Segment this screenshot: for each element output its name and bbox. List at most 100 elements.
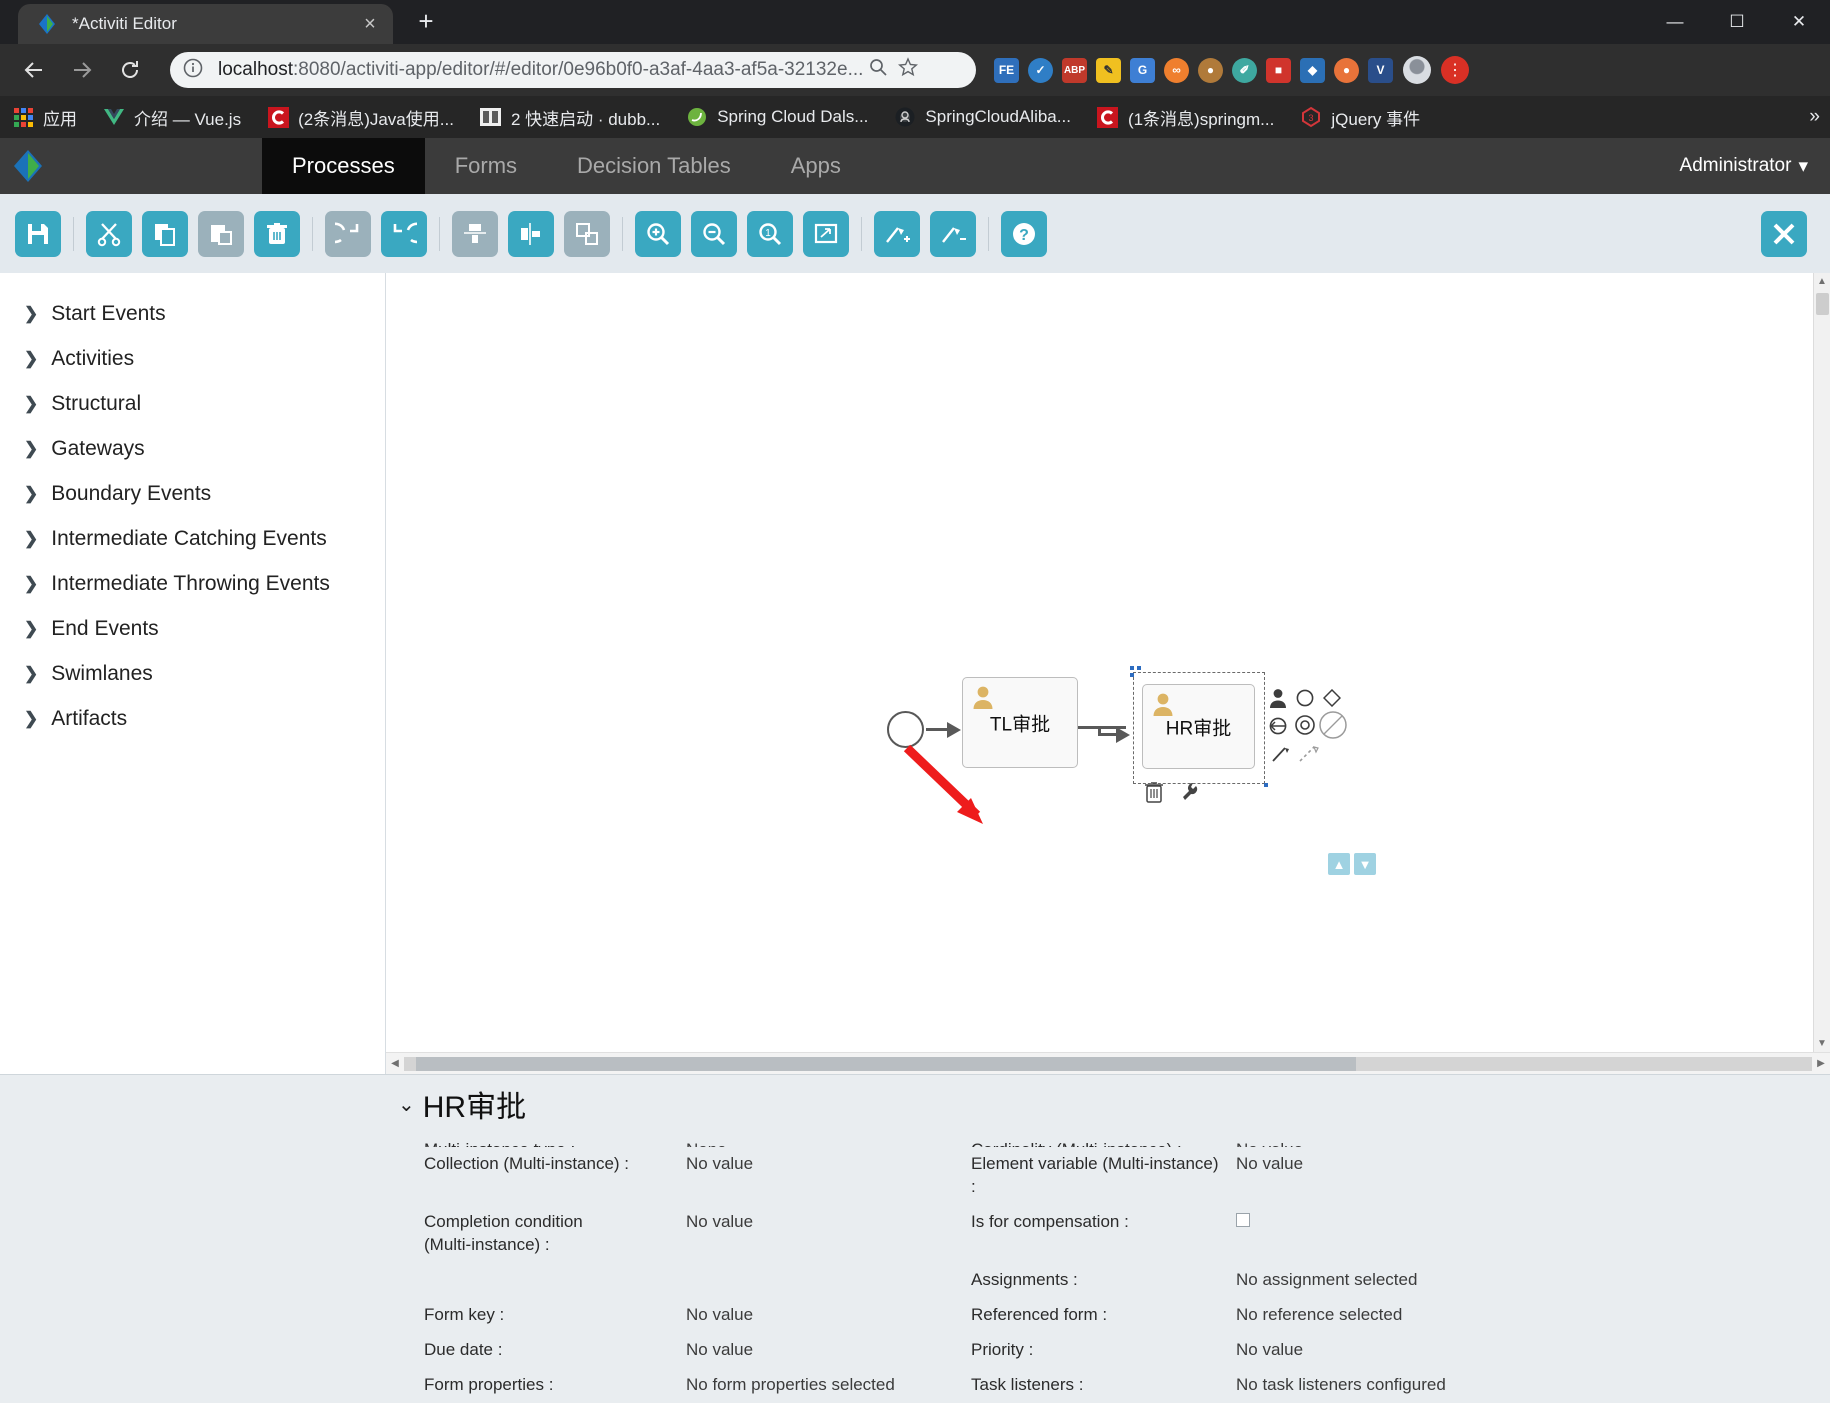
cut-button[interactable] bbox=[86, 210, 132, 257]
save-button[interactable] bbox=[15, 210, 61, 257]
red-extension-icon[interactable]: ■ bbox=[1266, 57, 1291, 83]
canvas-horizontal-scrollbar[interactable]: ◀ ▶ bbox=[386, 1052, 1830, 1074]
property-value[interactable]: No value bbox=[686, 1333, 971, 1368]
redo-button[interactable] bbox=[325, 210, 371, 257]
scroll-left-arrow-icon[interactable]: ◀ bbox=[386, 1058, 404, 1069]
translate-extension-icon[interactable]: G bbox=[1130, 57, 1155, 83]
quick-menu-target-icon[interactable] bbox=[1294, 714, 1316, 741]
star-icon[interactable] bbox=[893, 57, 923, 83]
bookmark-csdn-1[interactable]: (2条消息)Java使用... bbox=[267, 105, 454, 130]
quick-menu-gateway-icon[interactable] bbox=[1322, 688, 1342, 712]
add-bendpoint-button[interactable] bbox=[874, 210, 920, 257]
property-value[interactable]: No value bbox=[686, 1147, 971, 1182]
chrome-menu-icon[interactable]: ⋮ bbox=[1441, 56, 1469, 84]
selection-handle[interactable] bbox=[1130, 666, 1134, 670]
activiti-logo-icon[interactable] bbox=[0, 138, 56, 194]
user-avatar-icon[interactable] bbox=[1403, 56, 1431, 84]
property-value[interactable]: None bbox=[686, 1133, 971, 1147]
selection-handle[interactable] bbox=[1137, 666, 1141, 670]
selection-handle[interactable] bbox=[1264, 783, 1268, 787]
palette-group-artifacts[interactable]: ❯ Artifacts bbox=[0, 696, 385, 741]
selection-handle[interactable] bbox=[1130, 673, 1134, 677]
help-button[interactable]: ? bbox=[1001, 210, 1047, 257]
horizontal-scroll-thumb[interactable] bbox=[416, 1056, 1356, 1071]
browser-tab[interactable]: *Activiti Editor × bbox=[18, 4, 393, 44]
zoom-out-button[interactable] bbox=[691, 210, 737, 257]
bookmark-spring-cloud[interactable]: Spring Cloud Dals... bbox=[686, 106, 868, 128]
orange-extension-icon[interactable]: ● bbox=[1334, 57, 1359, 83]
palette-group-gateways[interactable]: ❯ Gateways bbox=[0, 426, 385, 471]
user-task-shape-hr[interactable]: HR审批 bbox=[1142, 684, 1255, 769]
palette-group-activities[interactable]: ❯ Activities bbox=[0, 336, 385, 381]
bookmarks-overflow-icon[interactable]: » bbox=[1809, 106, 1820, 128]
quick-menu-task-left-icon[interactable] bbox=[1268, 716, 1288, 741]
chevron-up-icon[interactable]: ▲ bbox=[1328, 853, 1350, 875]
vertical-scroll-thumb[interactable] bbox=[1816, 293, 1829, 315]
leaf-extension-icon[interactable]: ✐ bbox=[1232, 57, 1257, 83]
scroll-down-arrow-icon[interactable]: ▼ bbox=[1814, 1035, 1830, 1052]
property-value[interactable]: No task listeners configured bbox=[1236, 1368, 1516, 1403]
copy-button[interactable] bbox=[142, 210, 188, 257]
property-value[interactable]: No value bbox=[1236, 1147, 1516, 1182]
scroll-right-arrow-icon[interactable]: ▶ bbox=[1812, 1058, 1830, 1069]
zoom-in-button[interactable] bbox=[635, 210, 681, 257]
palette-group-intermediate-throwing-events[interactable]: ❯ Intermediate Throwing Events bbox=[0, 561, 385, 606]
property-value[interactable]: No value bbox=[686, 1298, 971, 1333]
start-event-shape[interactable] bbox=[887, 711, 924, 748]
tab-processes[interactable]: Processes bbox=[262, 138, 425, 194]
check-extension-icon[interactable]: ✓ bbox=[1028, 57, 1053, 83]
infinity-extension-icon[interactable]: ∞ bbox=[1164, 57, 1189, 83]
palette-group-start-events[interactable]: ❯ Start Events bbox=[0, 291, 385, 336]
bpmn-canvas[interactable]: TL审批 HR审批 ▲ ▼ ▲ ▼ bbox=[386, 273, 1830, 1052]
paste-button[interactable] bbox=[198, 210, 244, 257]
palette-group-intermediate-catching-events[interactable]: ❯ Intermediate Catching Events bbox=[0, 516, 385, 561]
is-for-compensation-checkbox[interactable] bbox=[1236, 1212, 1250, 1227]
quick-menu-circle-icon[interactable] bbox=[1296, 689, 1314, 712]
undo-button[interactable] bbox=[381, 210, 427, 257]
plus-icon[interactable]: + bbox=[407, 4, 445, 42]
align-vertical-button[interactable] bbox=[452, 210, 498, 257]
bookmark-dubbo[interactable]: 2 快速启动 · dubb... bbox=[480, 105, 660, 130]
magnifier-icon[interactable] bbox=[863, 57, 893, 83]
close-icon[interactable]: ✕ bbox=[1768, 0, 1830, 44]
bookmark-github[interactable]: SpringCloudAliba... bbox=[894, 106, 1071, 128]
palette-group-structural[interactable]: ❯ Structural bbox=[0, 381, 385, 426]
quick-menu-user-task-icon[interactable] bbox=[1269, 688, 1287, 713]
blue-extension-icon[interactable]: ◆ bbox=[1300, 57, 1325, 83]
tab-apps[interactable]: Apps bbox=[761, 138, 871, 194]
horizontal-scroll-track[interactable] bbox=[404, 1056, 1812, 1071]
bookmark-apps[interactable]: 应用 bbox=[12, 105, 77, 130]
property-value[interactable]: No value bbox=[686, 1205, 971, 1240]
morph-shape-button[interactable] bbox=[1180, 781, 1200, 808]
maximize-icon[interactable]: ☐ bbox=[1706, 0, 1768, 44]
chevron-down-icon[interactable]: ⌄ bbox=[398, 1092, 415, 1117]
abp-extension-icon[interactable]: ABP bbox=[1062, 57, 1087, 83]
delete-shape-button[interactable] bbox=[1144, 781, 1164, 808]
info-circle-icon[interactable] bbox=[182, 57, 208, 83]
palette-group-boundary-events[interactable]: ❯ Boundary Events bbox=[0, 471, 385, 516]
pencil-extension-icon[interactable]: ✎ bbox=[1096, 57, 1121, 83]
user-task-shape-tl[interactable]: TL审批 bbox=[962, 677, 1078, 768]
zoom-actual-button[interactable]: 1 bbox=[747, 210, 793, 257]
tab-forms[interactable]: Forms bbox=[425, 138, 547, 194]
property-value-checkbox[interactable] bbox=[1236, 1205, 1516, 1240]
zoom-fit-button[interactable] bbox=[803, 210, 849, 257]
palette-group-swimlanes[interactable]: ❯ Swimlanes bbox=[0, 651, 385, 696]
bookmark-vue[interactable]: 介绍 — Vue.js bbox=[103, 105, 241, 130]
scroll-up-arrow-icon[interactable]: ▲ bbox=[1814, 273, 1830, 290]
canvas-vertical-scrollbar[interactable]: ▲ ▼ bbox=[1813, 273, 1830, 1052]
fe-extension-icon[interactable]: FE bbox=[994, 57, 1019, 83]
arrow-left-icon[interactable] bbox=[14, 50, 54, 90]
user-menu[interactable]: Administrator ▾ bbox=[1680, 138, 1808, 194]
quick-menu-end-event-icon[interactable] bbox=[1318, 710, 1348, 745]
quick-menu-association-icon[interactable] bbox=[1298, 743, 1320, 768]
monkey-extension-icon[interactable]: ● bbox=[1198, 57, 1223, 83]
property-value[interactable]: No value bbox=[1236, 1333, 1516, 1368]
remove-bendpoint-button[interactable] bbox=[930, 210, 976, 257]
align-horizontal-button[interactable] bbox=[508, 210, 554, 257]
chevron-down-icon[interactable]: ▼ bbox=[1354, 853, 1376, 875]
same-size-button[interactable] bbox=[564, 210, 610, 257]
property-value[interactable]: No form properties selected bbox=[686, 1368, 971, 1403]
address-bar[interactable]: localhost:8080/activiti-app/editor/#/edi… bbox=[170, 52, 976, 88]
minimize-icon[interactable]: — bbox=[1644, 0, 1706, 44]
